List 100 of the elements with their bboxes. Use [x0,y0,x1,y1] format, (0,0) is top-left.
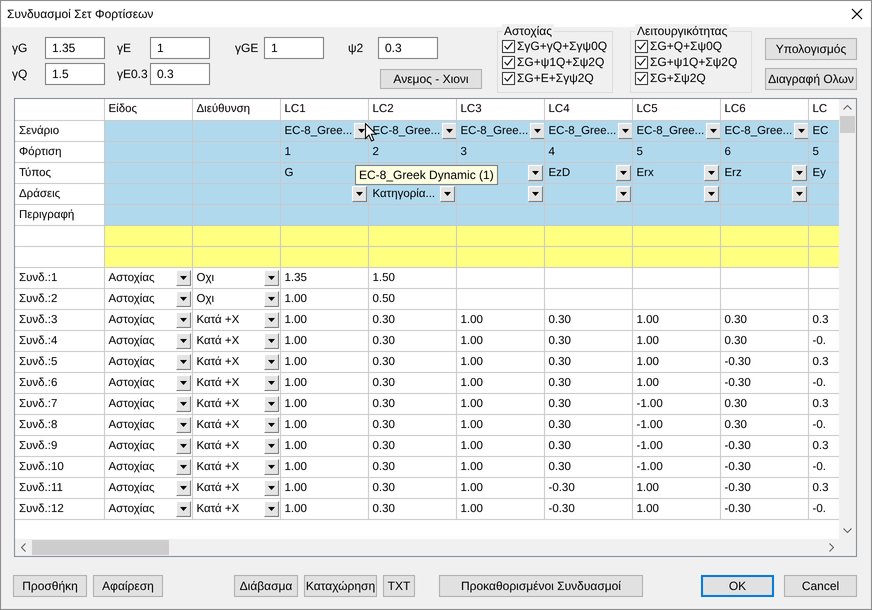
dropdown-arrow-button[interactable] [530,122,543,138]
row-header: Δράσεις [15,183,104,204]
dialog-button[interactable]: Προκαθορισμένοι Συνδυασμοί [439,575,643,597]
vertical-scrollbar[interactable] [839,99,856,539]
checkbox[interactable] [635,40,648,52]
action-button[interactable]: Υπολογισμός [765,38,857,60]
dropdown-arrow-button[interactable] [264,374,278,390]
dropdown-arrow-button[interactable] [176,290,190,306]
dropdown-arrow-button[interactable] [176,354,190,370]
input-field[interactable]: 0.3 [378,37,438,59]
dropdown-arrow-button[interactable] [440,186,454,202]
table-cell: 0.30 [368,330,456,351]
dropdown-arrow-button[interactable] [264,480,278,496]
dialog-button[interactable]: Αφαίρεση [93,575,163,597]
dropdown-arrow-button[interactable] [264,312,278,328]
dropdown-arrow-button[interactable] [442,122,455,138]
dialog-button[interactable]: Προσθήκη [13,575,87,597]
dropdown-arrow-button[interactable] [616,164,630,180]
dropdown-arrow-button[interactable] [528,164,542,180]
dropdown-arrow-button[interactable] [176,500,190,516]
scroll-thumb[interactable] [32,540,169,555]
table-cell: 1.00 [280,414,368,435]
dropdown-arrow-button[interactable] [792,186,806,202]
table-cell: 1.00 [280,498,368,519]
dropdown-value: Κατά +X [196,314,240,326]
dropdown-arrow-button[interactable] [176,270,190,286]
scroll-up-icon[interactable] [843,105,852,110]
dropdown-arrow-button[interactable] [176,312,190,328]
checkbox[interactable] [502,56,515,68]
checkbox[interactable] [635,72,648,84]
caret-icon [268,296,274,300]
scroll-left-icon[interactable] [21,543,26,552]
dropdown-arrow-button[interactable] [706,122,719,138]
input-field[interactable]: 1.35 [45,37,105,59]
dropdown-arrow-button[interactable] [264,458,278,474]
checkbox[interactable] [502,72,515,84]
checkbox[interactable] [502,40,515,52]
dialog-button[interactable]: OK [701,575,774,597]
dropdown-arrow-button[interactable] [176,332,190,348]
dropdown-arrow-button[interactable] [264,270,278,286]
input-field[interactable]: 1 [150,37,210,59]
dropdown-arrow-button[interactable] [264,438,278,454]
wind-snow-button[interactable]: Ανεμος - Χιονι [380,69,482,89]
dropdown-value: Αστοχίας [108,398,155,410]
action-button[interactable]: Διαγραφή Ολων [765,68,857,90]
dropdown-arrow-button[interactable] [528,186,542,202]
dropdown-arrow-button[interactable] [264,416,278,432]
dropdown-arrow-button[interactable] [704,164,718,180]
dialog-button[interactable]: Cancel [784,575,857,597]
checkbox[interactable] [635,56,648,68]
dropdown-arrow-button[interactable] [264,396,278,412]
input-field[interactable]: 1.5 [45,63,105,85]
dropdown-arrow-button[interactable] [264,332,278,348]
dropdown-arrow-button[interactable] [352,186,366,202]
dropdown-arrow-button[interactable] [618,122,631,138]
caret-icon [798,128,806,132]
dropdown-value: Αστοχίας [108,502,155,514]
row-header: Περιγραφή [15,204,104,225]
input-field[interactable]: 0.3 [150,63,210,85]
input-field[interactable]: 1 [264,37,324,59]
dropdown-value: Οχι [196,272,214,284]
caret-icon [532,170,538,174]
caret-icon [180,464,186,468]
dropdown-arrow-button[interactable] [794,122,807,138]
dropdown-arrow-button[interactable] [264,354,278,370]
dropdown-arrow-button[interactable] [176,374,190,390]
scroll-right-icon[interactable] [829,543,834,552]
dropdown-arrow-button[interactable] [264,290,278,306]
table-cell: 2 [368,141,456,162]
row-header: Σενάριο [15,120,104,141]
dropdown-arrow-button[interactable] [264,500,278,516]
factor-label: γE0.3 [117,67,149,81]
row-header: Συνδ.:10 [15,456,104,477]
caret-icon [268,444,274,448]
dropdown-value: Κατά +X [196,376,240,388]
row-header: Συνδ.:7 [15,393,104,414]
dropdown-arrow-button[interactable] [176,416,190,432]
table-cell: -0.30 [720,456,808,477]
dropdown-value: EC-8_Gree... [460,124,528,136]
table-cell: 0.30 [368,456,456,477]
scroll-down-icon[interactable] [843,528,852,533]
dropdown-arrow-button[interactable] [176,480,190,496]
table-cell: 1.00 [280,435,368,456]
table-cell: 1.00 [280,456,368,477]
scroll-thumb[interactable] [840,116,855,133]
dialog-button[interactable]: Καταχώρηση [304,575,377,597]
dialog-button[interactable]: Διάβασμα [234,575,298,597]
dropdown-arrow-button[interactable] [176,396,190,412]
caret-icon [268,338,274,342]
dropdown-arrow-button[interactable] [704,186,718,202]
caret-icon [180,360,186,364]
dialog-button[interactable]: TXT [383,575,415,597]
dropdown-arrow-button[interactable] [176,458,190,474]
dropdown-arrow-button[interactable] [176,438,190,454]
table-cell: 1.00 [456,309,544,330]
close-icon[interactable] [851,8,863,20]
dropdown-arrow-button[interactable] [792,164,806,180]
table-cell: -0.30 [720,435,808,456]
dropdown-arrow-button[interactable] [616,186,630,202]
dropdown-value: EC-8_Gree... [372,124,440,136]
